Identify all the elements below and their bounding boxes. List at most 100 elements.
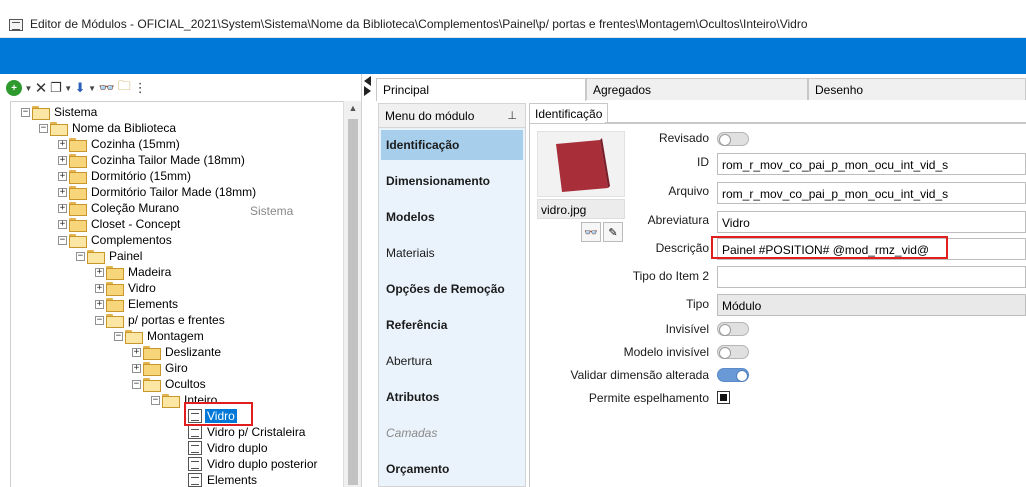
menu-item-orcamento[interactable]: Orçamento (381, 454, 523, 484)
tree-node[interactable]: − Complementos (58, 232, 174, 248)
label-tipo: Tipo (686, 297, 709, 311)
tree-node[interactable]: + Elements (95, 296, 180, 312)
id-field[interactable]: rom_r_mov_co_pai_p_mon_ocu_int_vid_s (717, 153, 1026, 175)
arquivo-field[interactable]: rom_r_mov_co_pai_p_mon_ocu_int_vid_s (717, 182, 1026, 204)
binoculars-icon[interactable]: 👓 (99, 79, 115, 97)
title-bar: Editor de Módulos - OFICIAL_2021\System\… (0, 0, 1026, 38)
module-menu: Menu do módulo ⊥ Identificação Dimension… (378, 103, 526, 487)
folder-icon (143, 346, 161, 360)
validar-dimensao-toggle[interactable] (717, 368, 749, 382)
tree-node[interactable]: + Dormitório Tailor Made (18mm) (58, 184, 258, 200)
scroll-up-icon[interactable]: ▲ (344, 103, 362, 113)
tree-node[interactable]: − Nome da Biblioteca (39, 120, 178, 136)
tab-identificacao[interactable]: Identificação (529, 103, 609, 123)
label-permite-espelhamento: Permite espelhamento (588, 391, 709, 405)
abreviatura-field[interactable]: Vidro (717, 211, 1026, 233)
module-tree[interactable]: − Sistema − Nome da Biblioteca + Cozinha (1… (10, 101, 344, 487)
window-title: Editor de Módulos - OFICIAL_2021\System\… (30, 17, 808, 31)
tree-node[interactable]: − Ocultos (132, 376, 208, 392)
collapse-icon[interactable]: − (132, 379, 141, 389)
menu-item-identificacao[interactable]: Identificação (381, 130, 523, 160)
folder-icon (69, 234, 87, 248)
revisado-toggle[interactable] (717, 132, 749, 146)
tree-node[interactable]: + Vidro (95, 280, 158, 296)
folder-icon (143, 362, 161, 376)
tree-node[interactable]: + Cozinha (15mm) (58, 136, 182, 152)
tree-node[interactable]: − Painel (76, 248, 144, 264)
tree-node[interactable]: + Madeira (95, 264, 173, 280)
modelo-invisivel-toggle[interactable] (717, 345, 749, 359)
collapse-icon[interactable]: − (21, 107, 30, 117)
espelhamento-checkbox[interactable] (717, 391, 730, 404)
expand-icon[interactable]: + (95, 299, 104, 309)
scroll-thumb[interactable] (348, 119, 358, 485)
menu-item-atributos[interactable]: Atributos (381, 382, 523, 412)
tree-node[interactable]: + Cozinha Tailor Made (18mm) (58, 152, 247, 168)
expand-icon[interactable]: + (58, 203, 67, 213)
tree-node[interactable]: Vidro p/ Cristaleira (188, 424, 307, 440)
chevron-down-icon[interactable]: ▼ (88, 79, 96, 97)
tree-node[interactable]: + Dormitório (15mm) (58, 168, 193, 184)
chevron-down-icon[interactable]: ▼ (64, 79, 72, 97)
tree-node[interactable]: Vidro duplo posterior (188, 456, 320, 472)
expand-icon[interactable]: + (58, 187, 67, 197)
tab-agregados[interactable]: Agregados (586, 78, 808, 100)
tab-principal[interactable]: Principal (376, 78, 586, 101)
collapse-icon[interactable]: − (95, 315, 104, 325)
tree-node[interactable]: Elements (188, 472, 259, 487)
label-invisivel: Invisível (665, 322, 709, 336)
collapse-icon[interactable]: − (151, 395, 160, 405)
chevron-down-icon[interactable]: ▼ (25, 79, 33, 97)
tree-node[interactable]: Vidro duplo (188, 440, 270, 456)
tipo-field[interactable]: Módulo (717, 294, 1026, 316)
menu-item-opcoes-remocao[interactable]: Opções de Remoção (381, 274, 523, 304)
expand-icon[interactable]: + (132, 347, 141, 357)
tree-node[interactable]: + Giro (132, 360, 190, 376)
expand-icon[interactable]: + (58, 171, 67, 181)
menu-item-dimensionamento[interactable]: Dimensionamento (381, 166, 523, 196)
tree-node[interactable]: − p/ portas e frentes (95, 312, 227, 328)
folder-icon (69, 170, 87, 184)
expand-icon[interactable]: + (58, 139, 67, 149)
pin-icon[interactable]: ⊥ (507, 109, 517, 122)
highlight-box (711, 236, 948, 259)
menu-item-materiais[interactable]: Materiais (381, 238, 523, 268)
label-descricao: Descrição (655, 241, 709, 255)
invisivel-toggle[interactable] (717, 322, 749, 336)
menu-item-abertura[interactable]: Abertura (381, 346, 523, 376)
tree-node[interactable]: − Sistema (21, 104, 99, 120)
tipo-item2-field[interactable] (717, 266, 1026, 288)
move-down-icon[interactable]: ⬇ (75, 79, 86, 97)
new-icon[interactable]: + (6, 80, 22, 96)
collapse-icon[interactable]: − (39, 123, 48, 133)
tree-node[interactable]: + Deslizante (132, 344, 223, 360)
collapse-left-icon[interactable] (364, 76, 371, 86)
app-icon (9, 19, 23, 31)
label-arquivo: Arquivo (668, 184, 709, 198)
menu-item-referencia[interactable]: Referência (381, 310, 523, 340)
menu-list: Identificação Dimensionamento Modelos Ma… (379, 128, 525, 486)
expand-right-icon[interactable] (364, 86, 371, 96)
delete-icon[interactable]: ✕ (35, 79, 48, 97)
expand-icon[interactable]: + (58, 219, 67, 229)
collapse-icon[interactable]: − (114, 331, 123, 341)
copy-icon[interactable]: ❐ (50, 79, 62, 97)
tree-node[interactable]: + Closet - Concept (58, 216, 182, 232)
expand-icon[interactable]: + (95, 267, 104, 277)
collapse-icon[interactable]: − (76, 251, 85, 261)
tree-scrollbar[interactable]: ▲ (343, 101, 361, 487)
collapse-icon[interactable]: − (58, 235, 67, 245)
module-icon (188, 425, 202, 439)
tree-node[interactable]: + Coleção Murano (58, 200, 181, 216)
tree-node[interactable]: − Montagem (114, 328, 206, 344)
expand-icon[interactable]: + (132, 363, 141, 373)
pane-toggle[interactable] (362, 74, 376, 487)
expand-icon[interactable]: + (95, 283, 104, 293)
tab-desenho[interactable]: Desenho (808, 78, 1026, 100)
menu-item-modelos[interactable]: Modelos (381, 202, 523, 232)
label-validar-dimensao: Validar dimensão alterada (570, 368, 709, 382)
folder-refresh-icon[interactable]: 🗀 (118, 78, 131, 97)
expand-icon[interactable]: + (58, 155, 67, 165)
folder-icon (106, 282, 124, 296)
tree-structure-icon[interactable]: ⋮ (134, 79, 147, 97)
